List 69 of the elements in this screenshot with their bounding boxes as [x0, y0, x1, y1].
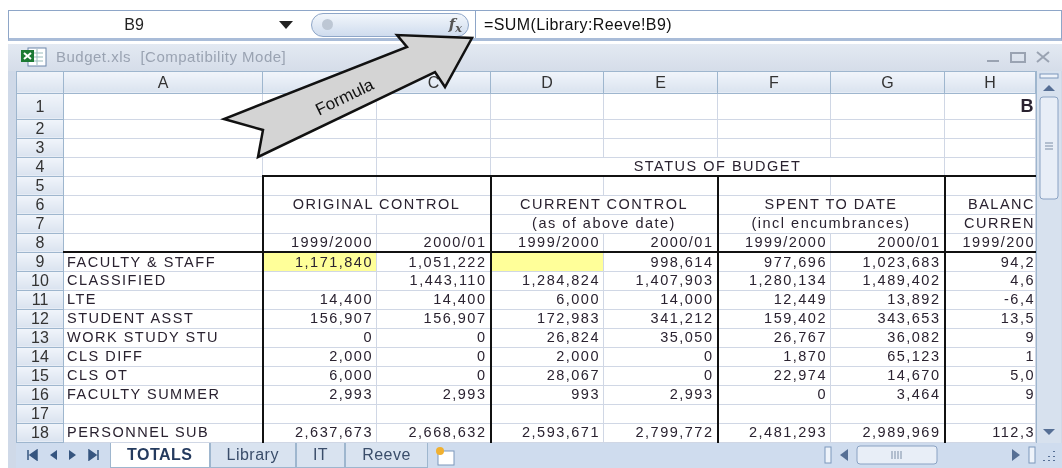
- select-all-corner[interactable]: [16, 71, 64, 94]
- first-sheet-icon[interactable]: [26, 449, 38, 462]
- table-cell: 2,000: [262, 347, 377, 367]
- table-cell: 26,767: [717, 328, 831, 348]
- column-header[interactable]: A: [157, 73, 169, 91]
- table-cell: B: [944, 93, 1036, 120]
- column-header[interactable]: C: [427, 73, 440, 91]
- table-cell: 993: [490, 385, 604, 405]
- table-cell: 6,000: [262, 366, 377, 386]
- table-cell: 2000/01: [376, 233, 491, 253]
- split-handle-icon[interactable]: [824, 446, 832, 465]
- close-icon[interactable]: [1036, 51, 1050, 64]
- table-cell: 1999/2000: [717, 233, 831, 253]
- scroll-right-icon[interactable]: [1010, 448, 1022, 463]
- table-cell: 28,067: [490, 366, 604, 386]
- sheet-tab[interactable]: Library: [209, 442, 296, 468]
- window-title: Budget.xls [Compatibility Mode]: [56, 47, 287, 68]
- vertical-scrollbar[interactable]: [1036, 70, 1061, 443]
- table-cell: 2,993: [262, 385, 377, 405]
- column-header[interactable]: F: [769, 73, 779, 91]
- table-cell: 2,000: [490, 347, 604, 367]
- insert-function-button[interactable]: f$_{x}$: [448, 13, 462, 36]
- table-cell: 1999/200: [944, 233, 1036, 253]
- name-box[interactable]: B9: [9, 12, 259, 37]
- table-cell: (as of above date): [490, 214, 718, 234]
- table-cell: SPENT TO DATE: [717, 195, 945, 215]
- table-cell: ORIGINAL CONTROL: [262, 195, 491, 215]
- table-cell: 2000/01: [830, 233, 945, 253]
- dot-icon[interactable]: [322, 19, 333, 30]
- scroll-up-icon[interactable]: [1041, 82, 1057, 93]
- table-cell: 977,696: [717, 252, 831, 272]
- table-cell: 12,449: [717, 290, 831, 310]
- table-cell: 159,402: [717, 309, 831, 329]
- table-cell: 22,974: [717, 366, 831, 386]
- table-cell: 1,870: [717, 347, 831, 367]
- table-cell: STATUS OF BUDGET: [490, 157, 945, 177]
- table-cell: 6,000: [490, 290, 604, 310]
- row-header[interactable]: 1: [16, 93, 64, 120]
- table-cell: CURRENT CONTROL: [490, 195, 718, 215]
- table-cell: 2000/01: [603, 233, 718, 253]
- previous-sheet-icon[interactable]: [48, 449, 58, 462]
- table-cell: 1,284,824: [490, 271, 604, 291]
- column-header[interactable]: E: [655, 73, 666, 91]
- scroll-thumb[interactable]: [1039, 95, 1059, 200]
- dropdown-icon[interactable]: [279, 20, 293, 29]
- split-handle-icon[interactable]: [1028, 446, 1036, 465]
- table-cell: 0: [262, 328, 377, 348]
- table-cell: 156,907: [262, 309, 377, 329]
- formula-field[interactable]: =SUM(Library:Reeve!B9): [475, 11, 672, 38]
- table-cell: 26,824: [490, 328, 604, 348]
- table-cell: 1,280,134: [717, 271, 831, 291]
- spreadsheet-icon: [20, 46, 48, 69]
- scroll-thumb[interactable]: [856, 445, 938, 466]
- table-cell: 14,400: [262, 290, 377, 310]
- sheet-tab[interactable]: Reeve: [345, 442, 428, 468]
- scroll-left-icon[interactable]: [838, 448, 850, 463]
- next-sheet-icon[interactable]: [68, 449, 78, 462]
- table-cell: (incl encumbrances): [717, 214, 945, 234]
- table-cell: 172,983: [490, 309, 604, 329]
- sheet-tab[interactable]: TOTALS: [110, 442, 210, 468]
- table-cell: 0: [717, 385, 831, 405]
- column-header[interactable]: G: [881, 73, 894, 91]
- column-header[interactable]: D: [541, 73, 553, 91]
- scroll-down-icon[interactable]: [1041, 426, 1057, 437]
- split-handle-icon[interactable]: [1039, 72, 1059, 79]
- maximize-icon[interactable]: [1010, 51, 1026, 64]
- resize-grip-icon[interactable]: [1042, 448, 1056, 463]
- last-sheet-icon[interactable]: [88, 449, 100, 462]
- column-header[interactable]: H: [984, 73, 996, 91]
